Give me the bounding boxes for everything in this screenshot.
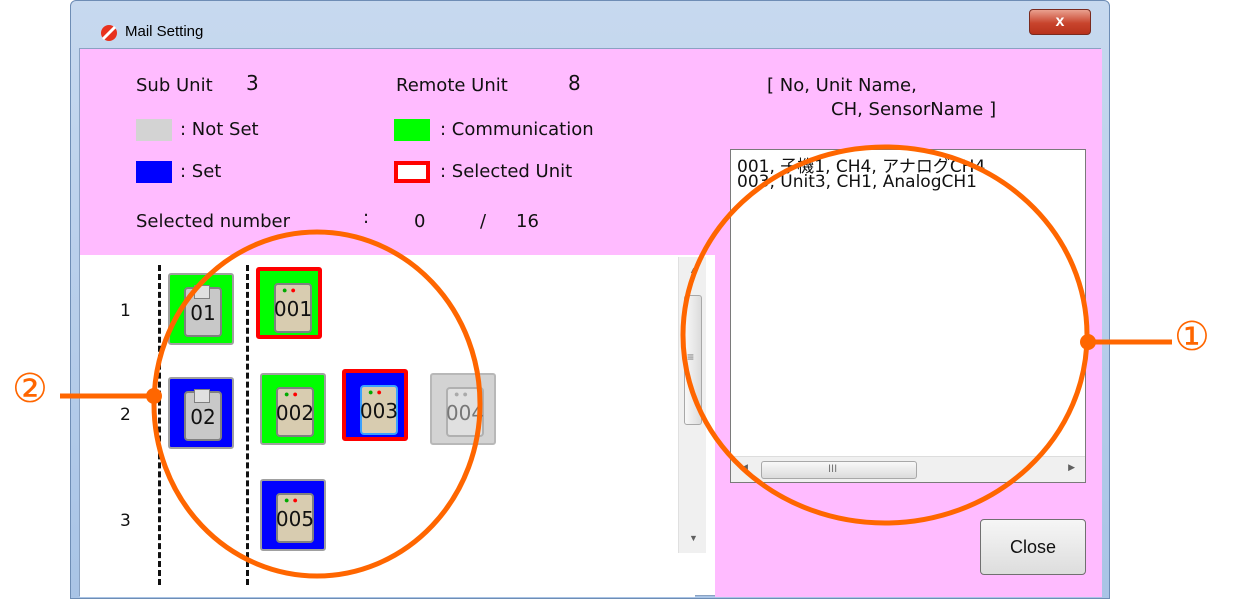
not-set-swatch [136, 119, 172, 141]
status-leds: ●● [282, 285, 299, 295]
grip-icon: III [828, 463, 838, 475]
selected-colon: : [363, 207, 370, 228]
row-label: 3 [120, 511, 131, 531]
list-item[interactable]: 003, Unit3, CH1, AnalogCH1 [737, 172, 977, 192]
list-horizontal-scrollbar[interactable]: ◀ III ▶ [731, 456, 1085, 482]
column-divider [158, 265, 161, 585]
status-leds: ●● [454, 389, 471, 399]
grip-icon: ≡ [687, 350, 695, 364]
set-legend: : Set [180, 161, 222, 182]
remote-unit-label: 002 [275, 401, 315, 425]
sub-unit-label: 01 [190, 301, 216, 325]
mail-target-list[interactable]: 001, 子機1, CH4, アナログCH4 003, Unit3, CH1, … [730, 149, 1086, 483]
client-area: Sub Unit 3 Remote Unit 8 : Not Set : Set… [79, 48, 1102, 597]
selected-unit-legend: : Selected Unit [440, 161, 573, 182]
selected-number-label: Selected number [136, 211, 291, 232]
app-icon [101, 25, 117, 41]
scroll-down-arrow-icon[interactable]: ▼ [689, 533, 698, 543]
list-header-line2: CH, SensorName ] [831, 99, 997, 120]
remote-unit-label: Remote Unit [396, 75, 508, 96]
communication-swatch [394, 119, 430, 141]
grid-vertical-scrollbar[interactable]: ▲ ≡ ▼ [678, 257, 706, 553]
selected-slash: / [480, 211, 487, 232]
sub-unit-window [194, 285, 210, 299]
remote-unit-label: 005 [275, 507, 315, 531]
remote-unit-tile-005[interactable]: ●● 005 [260, 479, 326, 551]
row-label: 1 [120, 301, 131, 321]
unit-grid: 1 2 3 01 02 ●● 001 ●● 002 ●● 003 ●● 004 … [80, 255, 695, 597]
sub-unit-tile-01[interactable]: 01 [168, 273, 234, 345]
remote-unit-value: 8 [568, 71, 581, 95]
scroll-left-arrow-icon[interactable]: ◀ [741, 462, 748, 473]
sub-unit-label: 02 [190, 405, 216, 429]
screen: Mail Setting x Sub Unit 3 Remote Unit 8 … [0, 0, 1235, 599]
status-leds: ●● [284, 389, 301, 399]
remote-unit-label: 004 [445, 401, 485, 425]
sub-unit-tile-02[interactable]: 02 [168, 377, 234, 449]
window-title: Mail Setting [125, 23, 204, 40]
scrollbar-thumb[interactable]: ≡ [684, 295, 702, 425]
remote-unit-tile-004[interactable]: ●● 004 [430, 373, 496, 445]
remote-unit-label: 001 [273, 297, 313, 321]
selected-count: 0 [414, 211, 426, 232]
column-divider [246, 265, 249, 585]
callout-label-2: ② [12, 366, 48, 412]
sub-unit-window [194, 389, 210, 403]
selected-total: 16 [516, 211, 539, 232]
window-close-button[interactable]: x [1029, 9, 1091, 35]
callout-label-1: ① [1174, 314, 1210, 360]
selected-unit-swatch [394, 161, 430, 183]
remote-unit-tile-003[interactable]: ●● 003 [342, 369, 408, 441]
status-panel: Sub Unit 3 Remote Unit 8 : Not Set : Set… [80, 49, 715, 255]
scroll-up-arrow-icon[interactable]: ▲ [689, 265, 698, 275]
scrollbar-thumb[interactable]: III [761, 461, 917, 479]
title-bar[interactable]: Mail Setting x [71, 1, 1109, 47]
row-label: 2 [120, 405, 131, 425]
status-leds: ●● [368, 387, 385, 397]
scroll-right-arrow-icon[interactable]: ▶ [1068, 462, 1075, 473]
sub-unit-label: Sub Unit [136, 75, 213, 96]
sub-unit-value: 3 [246, 71, 259, 95]
remote-unit-tile-001[interactable]: ●● 001 [256, 267, 322, 339]
status-leds: ●● [284, 495, 301, 505]
mail-setting-window: Mail Setting x Sub Unit 3 Remote Unit 8 … [70, 0, 1110, 599]
remote-unit-tile-002[interactable]: ●● 002 [260, 373, 326, 445]
set-swatch [136, 161, 172, 183]
communication-legend: : Communication [440, 119, 594, 140]
remote-unit-label: 003 [359, 399, 399, 423]
not-set-legend: : Not Set [180, 119, 259, 140]
list-header-line1: [ No, Unit Name, [767, 75, 917, 96]
close-button[interactable]: Close [980, 519, 1086, 575]
